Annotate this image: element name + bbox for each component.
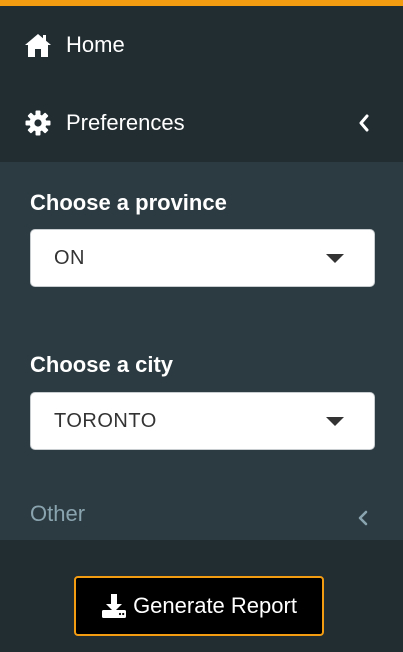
chevron-left-icon (357, 506, 369, 526)
generate-report-label: Generate Report (133, 593, 297, 618)
city-selected-value: TORONTO (54, 409, 157, 432)
city-label: Choose a city (30, 352, 174, 377)
download-icon (101, 593, 127, 619)
province-label: Choose a province (30, 190, 227, 215)
sidebar-item-label: Other (30, 501, 86, 526)
sidebar-item-label: Home (66, 32, 125, 57)
sidebar-item-home[interactable]: Home (0, 6, 403, 84)
city-select[interactable]: TORONTO (30, 392, 375, 450)
caret-down-icon (326, 254, 344, 263)
preferences-submenu: Choose a province ON Choose a city TORON… (0, 162, 403, 540)
generate-report-button[interactable]: Generate Report (74, 576, 324, 636)
home-icon (24, 31, 52, 59)
sidebar-item-other[interactable]: Other (0, 488, 403, 540)
sidebar-item-label: Preferences (66, 110, 185, 135)
province-select[interactable]: ON (30, 229, 375, 287)
sidebar-item-preferences[interactable]: Preferences (0, 84, 403, 162)
gear-icon (24, 109, 52, 137)
province-selected-value: ON (54, 246, 85, 269)
caret-down-icon (326, 417, 344, 426)
chevron-left-icon[interactable] (357, 114, 371, 132)
